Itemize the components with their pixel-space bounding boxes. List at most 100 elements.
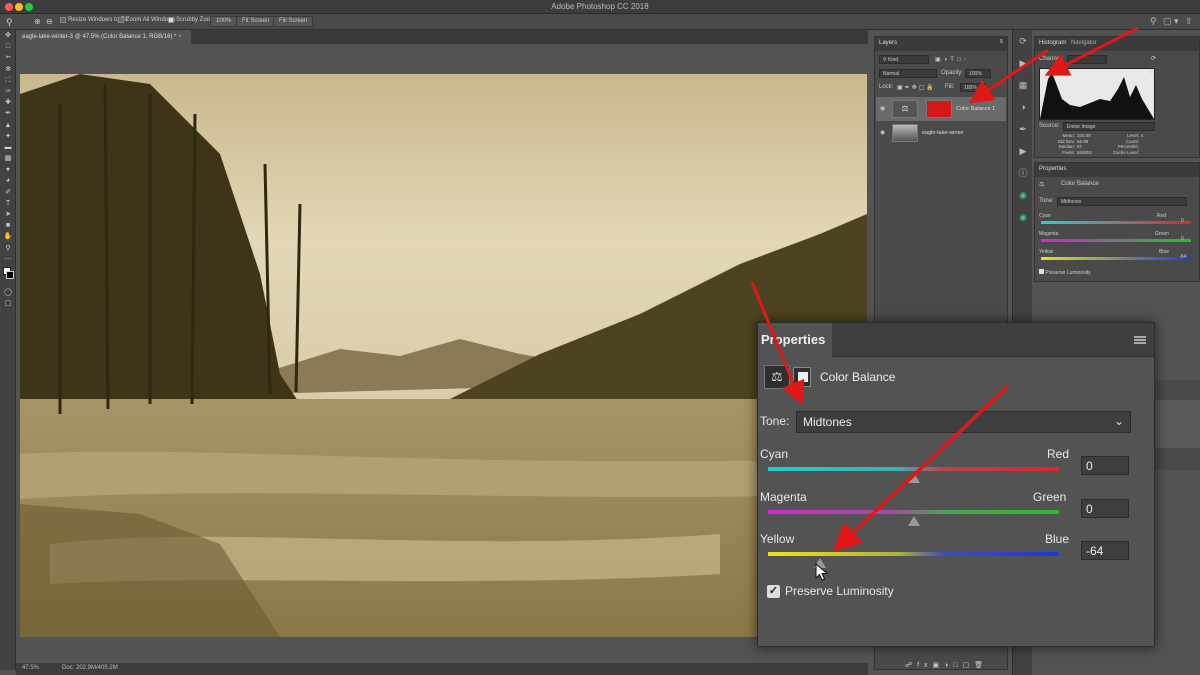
visibility-eye-icon[interactable]: ◉: [880, 105, 885, 112]
stats-right-values: 4: [1141, 133, 1144, 139]
zoom-tool-side-icon[interactable]: ⚲: [0, 243, 16, 254]
zoom-in-icon[interactable]: ⊕: [34, 17, 41, 26]
history-brush-icon[interactable]: ✦: [0, 131, 16, 142]
workspace-dropdown-icon[interactable]: ▾: [1174, 16, 1179, 27]
yellow-blue-input[interactable]: -64: [1081, 541, 1129, 560]
small-checkbox-icon: [1039, 269, 1044, 274]
background-color-swatch[interactable]: [6, 270, 14, 279]
quick-select-tool-icon[interactable]: ✻: [0, 64, 16, 75]
move-tool-icon[interactable]: ✥: [0, 30, 16, 41]
cache-level-label: Cache Level:: [1112, 149, 1139, 155]
histogram-tab[interactable]: Histogram: [1039, 40, 1066, 46]
color-swatches[interactable]: [0, 265, 16, 287]
mask-icon[interactable]: [793, 367, 811, 387]
more-tools-icon[interactable]: ⋯: [0, 254, 16, 265]
small-properties-tab[interactable]: Properties: [1039, 166, 1066, 172]
zoom-tool-icon[interactable]: ⚲: [6, 17, 13, 28]
cyan-red-slider-thumb[interactable]: [907, 473, 920, 483]
type-tool-icon[interactable]: T: [0, 198, 16, 209]
brush-tool-icon[interactable]: ✒: [0, 108, 16, 119]
swatches-icon[interactable]: ▦: [1013, 74, 1033, 96]
magenta-green-slider-thumb[interactable]: [907, 516, 920, 526]
close-tab-icon[interactable]: ×: [178, 34, 182, 40]
magenta-green-input[interactable]: 0: [1081, 499, 1129, 518]
zoom-out-icon[interactable]: ⊖: [46, 17, 53, 26]
play-icon[interactable]: ▶: [1013, 140, 1033, 162]
layer-row-eagle-lake[interactable]: ◉ eagle-lake-winter: [876, 121, 1006, 145]
small-magenta-green-slider[interactable]: [1041, 239, 1191, 242]
history-icon[interactable]: ⟳: [1013, 30, 1033, 52]
cyan-red-input[interactable]: 0: [1081, 456, 1129, 475]
fill-screen-button[interactable]: Fill Screen: [273, 16, 314, 27]
document-tab[interactable]: eagle-lake-winter-3 @ 47.5% (Color Balan…: [16, 30, 191, 44]
shape-tool-icon[interactable]: ■: [0, 220, 16, 231]
info-icon[interactable]: ⓘ: [1013, 162, 1033, 184]
filter-icons[interactable]: ▣◑T□◦: [935, 56, 969, 63]
tone-select[interactable]: Midtones ⌄: [796, 411, 1131, 433]
path-select-icon[interactable]: ➤: [0, 209, 16, 220]
panel-menu-icon[interactable]: ≡: [999, 39, 1003, 45]
fill-input[interactable]: 100%: [960, 83, 986, 92]
cyan-red-slider[interactable]: [768, 467, 1059, 471]
layer-row-color-balance[interactable]: ◉ ⚖ Color Balance 1: [876, 97, 1006, 121]
small-preserve-checkbox[interactable]: Preserve Luminosity: [1039, 269, 1091, 276]
document-tabs: eagle-lake-winter-3 @ 47.5% (Color Balan…: [16, 30, 868, 44]
gradient-tool-icon[interactable]: ▩: [0, 153, 16, 164]
clone-stamp-icon[interactable]: ▲: [0, 120, 16, 131]
properties-tab[interactable]: Properties: [758, 323, 832, 357]
opacity-input[interactable]: 100%: [965, 69, 991, 78]
lock-icons[interactable]: ▣✒✥▢🔒: [897, 84, 936, 91]
small-tone-select[interactable]: Midtones: [1057, 197, 1187, 206]
marquee-tool-icon[interactable]: □: [0, 41, 16, 52]
navigator-tab[interactable]: Navigator: [1071, 40, 1097, 46]
warning-icon[interactable]: ⚠: [1149, 68, 1154, 75]
lasso-tool-icon[interactable]: ➳: [0, 52, 16, 63]
adjustments-icon[interactable]: ◑: [1013, 96, 1033, 118]
pen-tool-icon[interactable]: ✐: [0, 187, 16, 198]
small-green-label: Green: [1155, 231, 1169, 237]
crop-tool-icon[interactable]: ⛶: [0, 75, 16, 86]
photo-eagle-lake: [20, 74, 867, 637]
share-icon[interactable]: ⇧: [1185, 16, 1193, 27]
dodge-tool-icon[interactable]: ◕: [0, 175, 16, 186]
zoom-100-button[interactable]: 100%: [210, 16, 238, 27]
eyedropper-tool-icon[interactable]: ✑: [0, 86, 16, 97]
visibility-eye-icon[interactable]: ◉: [880, 129, 885, 136]
blur-tool-icon[interactable]: ●: [0, 164, 16, 175]
zoom-level[interactable]: 47.5%: [22, 665, 39, 671]
layers-tab[interactable]: Layers: [879, 40, 897, 46]
brushes-icon[interactable]: ✒: [1013, 118, 1033, 140]
stats-right-labels: Level: Count: Percentile: Cache Level:: [1107, 133, 1139, 155]
search-icon[interactable]: ⚲: [1150, 16, 1157, 27]
source-select[interactable]: Entire Image: [1063, 122, 1155, 131]
kind-filter[interactable]: ⚲ Kind: [879, 55, 929, 64]
channel-select[interactable]: [1067, 55, 1107, 64]
refresh-icon[interactable]: ⟳: [1151, 55, 1156, 62]
preserve-luminosity-checkbox[interactable]: ✓: [767, 585, 780, 598]
healing-brush-icon[interactable]: ✚: [0, 97, 16, 108]
eraser-tool-icon[interactable]: ▬: [0, 142, 16, 153]
hand-tool-icon[interactable]: ✋: [0, 231, 16, 242]
screen-mode-icon[interactable]: ▢: [0, 298, 16, 309]
workspace-icon[interactable]: ▢: [1163, 16, 1172, 27]
magenta-green-slider[interactable]: [768, 510, 1059, 514]
panel-menu-icon[interactable]: [1134, 336, 1146, 344]
plugin-icon[interactable]: ◉: [1013, 184, 1033, 206]
quick-mask-icon[interactable]: ◯: [0, 287, 16, 298]
small-cyan-red-slider[interactable]: [1041, 221, 1191, 224]
zoom-all-checkbox[interactable]: Zoom All Windows: [118, 17, 175, 23]
layer-mask-thumbnail[interactable]: [926, 100, 952, 118]
preserve-luminosity-label: Preserve Luminosity: [785, 584, 894, 598]
plugin-alt-icon[interactable]: ◉: [1013, 206, 1033, 228]
scrubby-zoom-checkbox[interactable]: Scrubby Zoom: [168, 17, 215, 23]
properties-header: Properties: [758, 323, 1154, 357]
blend-mode-select[interactable]: Normal: [879, 69, 937, 78]
document-canvas[interactable]: [20, 74, 867, 637]
fit-screen-button[interactable]: Fit Screen: [236, 16, 276, 27]
actions-icon[interactable]: ▶: [1013, 52, 1033, 74]
opacity-label: Opacity:: [941, 70, 964, 76]
yellow-blue-slider[interactable]: [768, 552, 1059, 556]
layer-action-icons[interactable]: ☍fx▣◑□▢🗑: [905, 661, 988, 669]
small-yellow-blue-slider[interactable]: [1041, 257, 1191, 260]
document-tab-label: eagle-lake-winter-3 @ 47.5% (Color Balan…: [22, 34, 177, 40]
